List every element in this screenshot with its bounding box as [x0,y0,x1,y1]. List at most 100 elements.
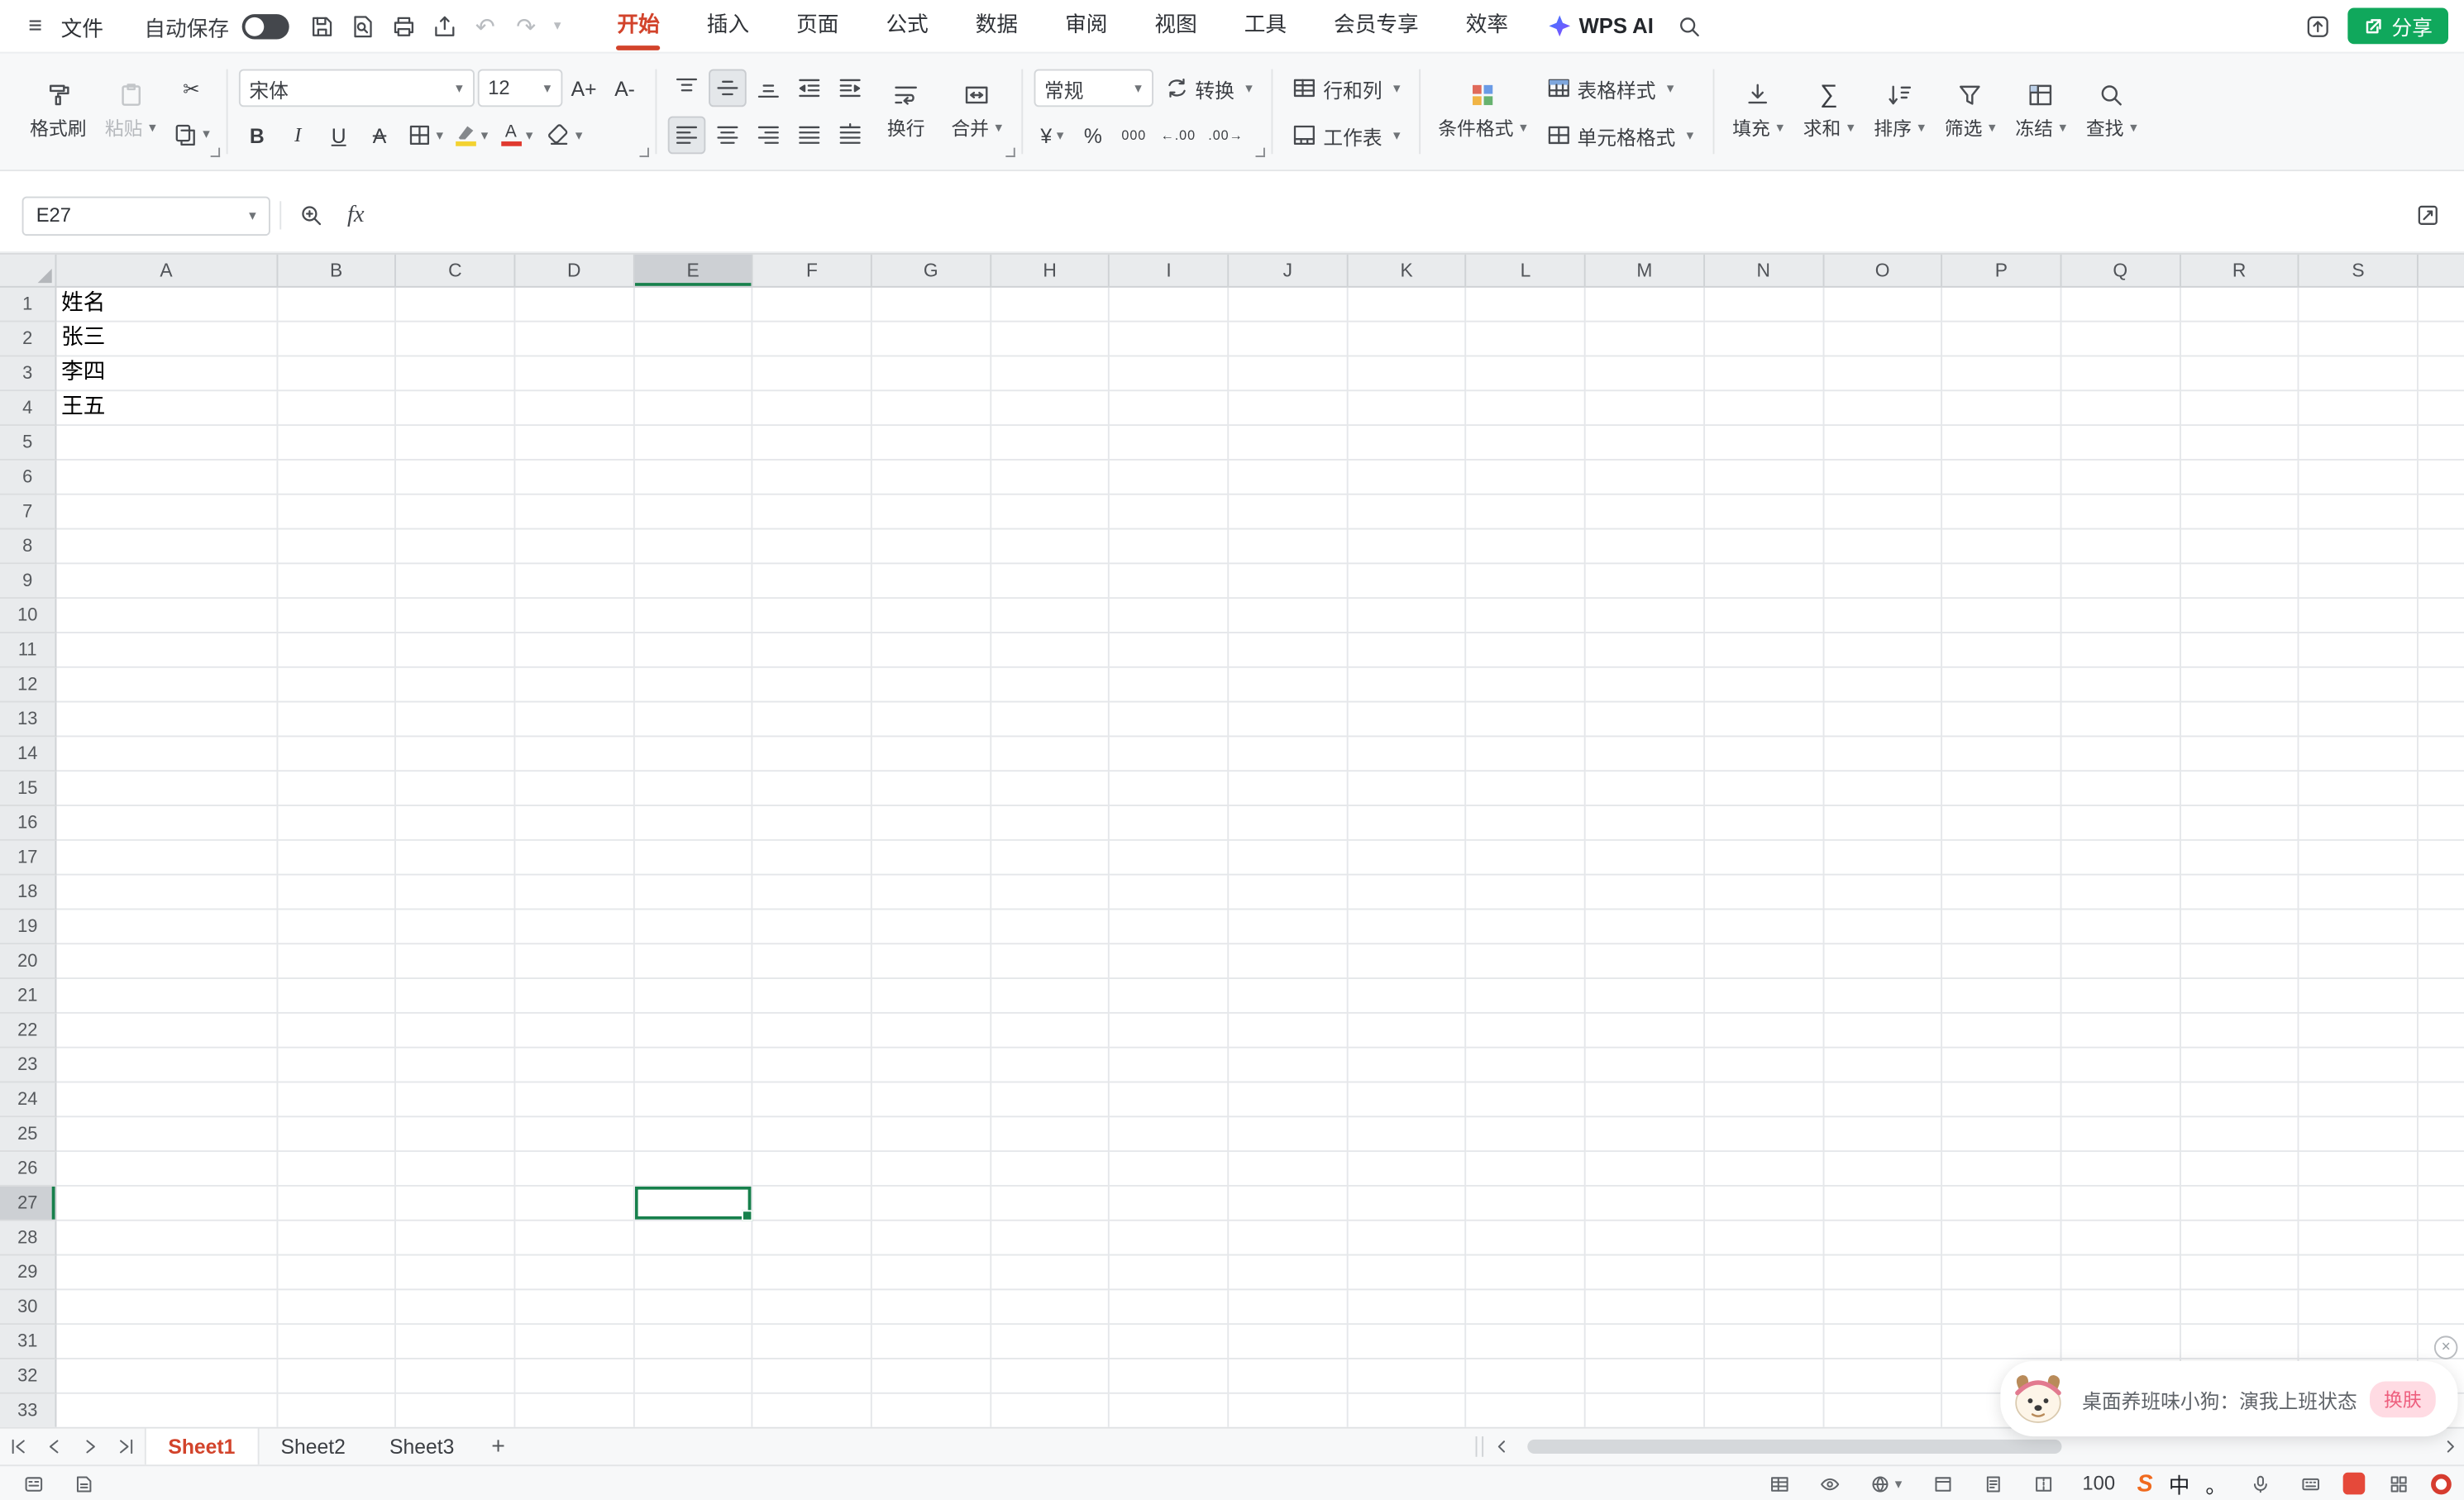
cell-B17[interactable] [278,841,397,876]
cell-R28[interactable] [2180,1221,2299,1256]
cell-Q9[interactable] [2061,564,2180,599]
cell-K1[interactable] [1348,288,1467,322]
cell-K4[interactable] [1348,391,1467,426]
cell-D7[interactable] [515,495,634,530]
cell-G23[interactable] [872,1049,991,1083]
cell-F22[interactable] [753,1014,872,1049]
cell-L14[interactable] [1467,737,1586,771]
cell-K26[interactable] [1348,1152,1467,1187]
cell-N32[interactable] [1705,1359,1824,1394]
cell-N30[interactable] [1705,1290,1824,1325]
cell-H30[interactable] [991,1290,1110,1325]
cell-R13[interactable] [2180,703,2299,738]
row-header-1[interactable]: 1 [0,288,56,322]
cell-L29[interactable] [1467,1256,1586,1291]
sheet-tab-Sheet3[interactable]: Sheet3 [367,1429,476,1465]
cell-E6[interactable] [634,461,753,495]
cell-P27[interactable] [1942,1187,2061,1221]
cell-M2[interactable] [1586,322,1705,357]
cell-M10[interactable] [1586,599,1705,633]
cell-M25[interactable] [1586,1117,1705,1152]
cell-M22[interactable] [1586,1014,1705,1049]
cell-G26[interactable] [872,1152,991,1187]
cell-N6[interactable] [1705,461,1824,495]
cell-E9[interactable] [634,564,753,599]
cell-I14[interactable] [1110,737,1230,771]
cell-N13[interactable] [1705,703,1824,738]
cell-L24[interactable] [1467,1082,1586,1117]
cell-C4[interactable] [396,391,515,426]
cell-K23[interactable] [1348,1049,1467,1083]
cell-E29[interactable] [634,1256,753,1291]
cell-G8[interactable] [872,529,991,564]
cell-A27[interactable] [56,1187,277,1221]
cell-C17[interactable] [396,841,515,876]
cell-F29[interactable] [753,1256,872,1291]
cell-D27[interactable] [515,1187,634,1221]
row-header-33[interactable]: 33 [0,1394,56,1427]
cell-S6[interactable] [2299,461,2419,495]
cell-G13[interactable] [872,703,991,738]
column-header-M[interactable]: M [1586,255,1705,288]
cell-Q2[interactable] [2061,322,2180,357]
cell-Q16[interactable] [2061,806,2180,841]
row-header-2[interactable]: 2 [0,322,56,357]
cell-G33[interactable] [872,1394,991,1427]
cell-K33[interactable] [1348,1394,1467,1427]
cell-N23[interactable] [1705,1049,1824,1083]
cell-J30[interactable] [1229,1290,1348,1325]
cell-A18[interactable] [56,876,277,910]
cell-L32[interactable] [1467,1359,1586,1394]
clipboard-group-dialog-launcher-icon[interactable] [210,148,221,159]
cell-O25[interactable] [1824,1117,1943,1152]
row-header-13[interactable]: 13 [0,703,56,738]
cell-A2[interactable]: 张三 [56,322,277,357]
cell-K21[interactable] [1348,979,1467,1014]
cell-C24[interactable] [396,1082,515,1117]
cell-J6[interactable] [1229,461,1348,495]
cell-H14[interactable] [991,737,1110,771]
cell-I32[interactable] [1110,1359,1230,1394]
cell-I28[interactable] [1110,1221,1230,1256]
cell-D33[interactable] [515,1394,634,1427]
cell-Q19[interactable] [2061,910,2180,944]
cell-M30[interactable] [1586,1290,1705,1325]
underline-button[interactable]: U [320,117,358,155]
cell-A33[interactable] [56,1394,277,1427]
cell-N31[interactable] [1705,1325,1824,1359]
cell-L3[interactable] [1467,356,1586,391]
cell-S21[interactable] [2299,979,2419,1014]
cell-M33[interactable] [1586,1394,1705,1427]
cell-D18[interactable] [515,876,634,910]
cell-H25[interactable] [991,1117,1110,1152]
cell-N20[interactable] [1705,944,1824,979]
cell-L1[interactable] [1467,288,1586,322]
cell-B8[interactable] [278,529,397,564]
cell-E19[interactable] [634,910,753,944]
cell-N21[interactable] [1705,979,1824,1014]
cell-S20[interactable] [2299,944,2419,979]
column-header-C[interactable]: C [396,255,515,288]
cell-C25[interactable] [396,1117,515,1152]
freeze-panes-button[interactable]: 冻结▾ [2008,64,2074,159]
cell-C16[interactable] [396,806,515,841]
menu-tab-2[interactable]: 插入 [683,0,772,52]
table-style-button[interactable]: 表格样式 ▾ [1538,69,1702,108]
worksheet-button[interactable]: 工作表 ▾ [1284,116,1408,155]
wrap-text-button[interactable]: 换行 [873,64,939,159]
cell-J11[interactable] [1229,633,1348,668]
column-header-B[interactable]: B [278,255,397,288]
cell-S22[interactable] [2299,1014,2419,1049]
cell-B3[interactable] [278,356,397,391]
cell-M21[interactable] [1586,979,1705,1014]
cell-S27[interactable] [2299,1187,2419,1221]
cell-C11[interactable] [396,633,515,668]
cell-Q11[interactable] [2061,633,2180,668]
column-header-O[interactable]: O [1824,255,1943,288]
cell-P2[interactable] [1942,322,2061,357]
font-size-combo[interactable]: 12 ▾ [477,69,562,107]
cell-N17[interactable] [1705,841,1824,876]
cell-K24[interactable] [1348,1082,1467,1117]
cell-K12[interactable] [1348,668,1467,703]
microphone-button[interactable] [2242,1468,2277,1499]
